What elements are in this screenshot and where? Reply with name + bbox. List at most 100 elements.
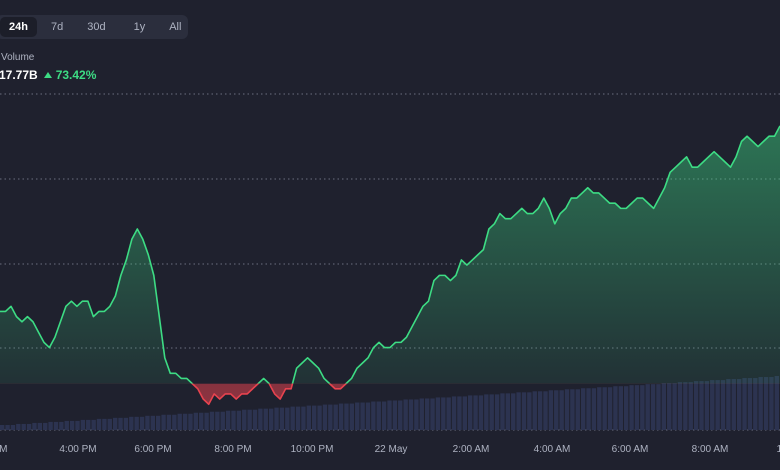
volume-bar xyxy=(306,405,311,430)
volume-bar xyxy=(624,386,629,430)
volume-bar xyxy=(91,419,96,430)
volume-bar xyxy=(96,418,102,430)
volume-bar xyxy=(769,377,774,430)
volume-bar xyxy=(285,407,290,430)
volume-bar xyxy=(215,411,220,430)
volume-bar xyxy=(53,421,59,430)
volume-bar xyxy=(188,413,193,430)
volume-bar xyxy=(80,419,86,430)
volume-bar xyxy=(150,415,155,430)
volume-bar xyxy=(505,393,511,430)
volume-bar xyxy=(209,411,215,430)
volume-bar xyxy=(258,408,263,430)
volume-bar xyxy=(398,400,403,430)
volume-bar xyxy=(613,386,618,430)
volume-bar xyxy=(645,384,650,430)
volume-bar xyxy=(220,411,225,430)
volume-bar xyxy=(650,384,656,430)
x-tick-label: 10 xyxy=(776,444,780,455)
volume-bar xyxy=(263,408,268,430)
volume-bar xyxy=(699,381,704,430)
volume-bar xyxy=(247,409,252,430)
volume-bar xyxy=(102,418,107,430)
volume-bar xyxy=(580,388,586,430)
volume-bar xyxy=(16,423,21,430)
volume-bar xyxy=(763,377,769,430)
x-tick-label: 10:00 PM xyxy=(291,444,334,455)
volume-bar xyxy=(462,396,467,430)
volume-bars xyxy=(0,376,779,430)
volume-bar xyxy=(414,399,419,430)
volume-bar xyxy=(441,397,446,430)
volume-bar xyxy=(667,383,672,430)
volume-bar xyxy=(161,414,166,430)
volume-bar xyxy=(193,412,199,430)
volume-bar xyxy=(618,386,623,430)
volume-bar xyxy=(139,416,145,430)
volume-bar xyxy=(607,387,613,430)
volume-bar xyxy=(570,389,575,430)
volume-bar xyxy=(656,384,661,430)
volume-bar xyxy=(376,401,381,430)
x-tick-label: 8:00 AM xyxy=(692,444,729,455)
volume-bar xyxy=(317,405,322,430)
volume-bar xyxy=(355,402,360,430)
volume-bar xyxy=(688,382,693,430)
volume-bar xyxy=(21,423,26,430)
volume-bar xyxy=(279,407,285,430)
volume-chart[interactable]: PM 4:00 PM 6:00 PM 8:00 PM 10:00 PM 22 May 2:0… xyxy=(0,0,780,470)
volume-bar xyxy=(478,395,484,430)
volume-bar xyxy=(683,382,688,430)
volume-bar xyxy=(446,397,451,430)
volume-bar xyxy=(677,382,683,430)
volume-bar xyxy=(720,380,726,430)
volume-bar xyxy=(360,402,365,430)
volume-bar xyxy=(145,415,150,430)
volume-bar xyxy=(10,424,16,430)
volume-bar xyxy=(290,406,295,430)
volume-bar xyxy=(295,406,301,430)
volume-bar xyxy=(134,416,139,430)
volume-bar xyxy=(419,398,424,430)
volume-bar xyxy=(726,379,731,430)
volume-bar xyxy=(156,415,161,430)
volume-bar xyxy=(338,403,344,430)
volume-bar xyxy=(430,398,435,430)
volume-bar xyxy=(473,395,478,430)
volume-bar xyxy=(484,394,489,430)
volume-bar xyxy=(123,417,129,430)
volume-bar xyxy=(597,387,602,430)
volume-bar xyxy=(349,403,355,430)
volume-bar xyxy=(731,379,736,430)
volume-bar xyxy=(774,376,779,430)
volume-bar xyxy=(182,413,188,430)
volume-bar xyxy=(26,423,32,430)
volume-bar xyxy=(451,396,457,430)
volume-bar xyxy=(333,404,338,430)
volume-bar xyxy=(0,424,5,430)
volume-bar xyxy=(172,414,177,430)
volume-bar xyxy=(629,385,634,430)
volume-bar xyxy=(403,399,408,430)
volume-bar xyxy=(118,417,123,430)
x-tick-label: 4:00 AM xyxy=(534,444,571,455)
x-tick-label: 2:00 AM xyxy=(453,444,490,455)
volume-bar xyxy=(548,390,554,430)
volume-bar xyxy=(43,422,48,430)
volume-bar xyxy=(586,388,591,430)
volume-bar xyxy=(32,422,37,430)
volume-bar xyxy=(268,408,274,430)
volume-bar xyxy=(37,422,43,430)
volume-bar xyxy=(381,401,387,430)
volume-bar xyxy=(328,404,333,430)
volume-bar xyxy=(468,395,473,430)
volume-bar xyxy=(494,394,500,430)
volume-bar xyxy=(575,389,580,430)
volume-bar xyxy=(710,380,715,430)
volume-bar xyxy=(274,407,279,430)
x-tick-label: 6:00 PM xyxy=(134,444,171,455)
volume-bar xyxy=(242,409,247,430)
volume-bar xyxy=(742,378,747,430)
volume-bar xyxy=(747,378,753,430)
volume-bar xyxy=(543,391,548,430)
